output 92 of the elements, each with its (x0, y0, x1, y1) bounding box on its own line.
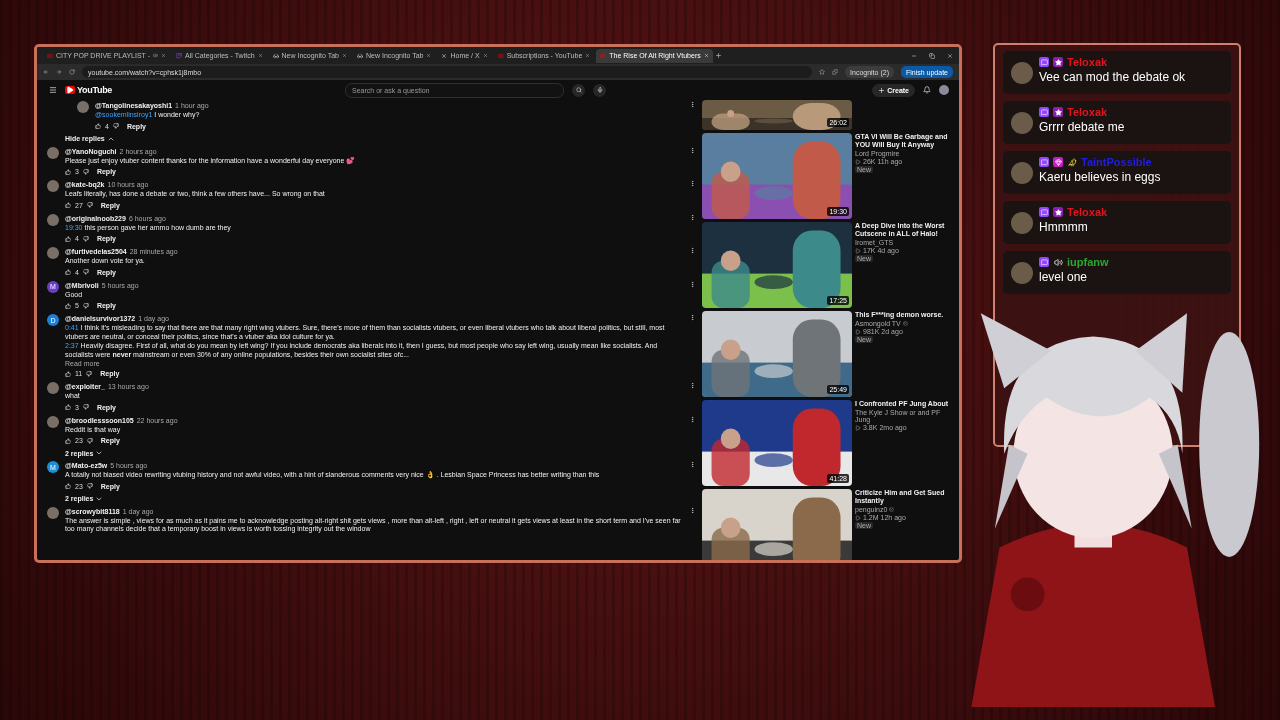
notifications-icon[interactable] (923, 86, 931, 94)
close-icon[interactable] (257, 53, 263, 58)
dislike-icon[interactable] (82, 269, 89, 275)
dislike-icon[interactable] (82, 235, 89, 242)
chatter-avatar (1011, 161, 1033, 184)
like-icon[interactable] (65, 483, 71, 489)
speaker-badge-icon (1053, 257, 1063, 267)
close-icon[interactable] (947, 52, 953, 59)
dislike-icon[interactable] (82, 168, 89, 175)
extensions-icon[interactable] (832, 69, 839, 75)
dislike-icon[interactable] (86, 370, 93, 377)
chat-username: Teloxak (1067, 56, 1108, 68)
chatter-avatar (1011, 111, 1033, 134)
user-avatar[interactable] (47, 213, 59, 226)
views-icon (855, 514, 861, 521)
chat-text: Vee can mod the debate ok (1039, 70, 1186, 84)
plus-icon (878, 86, 886, 94)
like-icon[interactable] (65, 168, 71, 175)
close-icon[interactable] (161, 53, 166, 58)
user-avatar[interactable] (47, 382, 59, 394)
star-badge-icon (1053, 107, 1063, 117)
chat-text: Kaeru believes in eggs (1039, 170, 1161, 184)
back-icon[interactable] (43, 69, 49, 75)
chat-badge-icon (1039, 107, 1049, 117)
youtube-icon (47, 52, 53, 59)
chat-text: Grrrr debate me (1039, 120, 1125, 134)
views-icon (855, 328, 861, 335)
chat-username: TaintPossible (1081, 156, 1152, 168)
like-icon[interactable] (65, 404, 71, 410)
reload-icon[interactable] (69, 69, 75, 75)
user-avatar[interactable] (77, 101, 89, 113)
search-button[interactable] (572, 83, 586, 97)
account-avatar[interactable] (939, 85, 949, 95)
incognito-icon (272, 52, 279, 59)
new-tab-icon[interactable] (714, 52, 722, 59)
like-icon[interactable] (65, 235, 71, 242)
chatter-avatar (1011, 211, 1033, 234)
star-badge-icon (1053, 207, 1063, 217)
user-avatar[interactable] (47, 506, 59, 519)
chat-badge-icon (1039, 257, 1049, 267)
chat-username: iupfanw (1067, 256, 1109, 268)
like-icon[interactable] (65, 269, 71, 275)
menu-icon[interactable] (49, 86, 57, 94)
forward-icon[interactable] (56, 69, 62, 75)
user-avatar[interactable] (47, 146, 59, 159)
like-icon[interactable] (65, 370, 71, 377)
views-icon (855, 424, 861, 431)
incognito-icon (357, 52, 363, 59)
youtube-icon (600, 52, 607, 59)
youtube-logo-icon (65, 86, 75, 94)
close-icon[interactable] (426, 53, 432, 58)
microphone-icon (596, 87, 603, 93)
gem-badge-icon (1053, 157, 1063, 167)
chat-badge-icon (1039, 207, 1049, 217)
dislike-icon[interactable] (86, 202, 93, 208)
chat-text: Hmmmm (1039, 220, 1089, 234)
chat-badge-icon (1039, 157, 1049, 167)
user-avatar[interactable] (47, 247, 59, 259)
close-icon[interactable] (482, 53, 488, 58)
audio-icon[interactable] (153, 53, 158, 58)
bird-badge-icon (1067, 157, 1077, 167)
youtube-logo[interactable]: YouTube (77, 85, 113, 95)
dislike-icon[interactable] (82, 404, 89, 410)
like-icon[interactable] (95, 123, 101, 129)
star-badge-icon (1053, 57, 1063, 67)
x-logo-icon (441, 52, 448, 59)
like-icon[interactable] (65, 302, 71, 309)
views-icon (855, 158, 861, 165)
bookmark-icon[interactable] (819, 69, 826, 75)
dislike-icon[interactable] (112, 123, 119, 129)
chat-username: Teloxak (1067, 106, 1108, 118)
chatter-avatar (1011, 61, 1033, 84)
youtube-icon (497, 52, 504, 59)
dislike-icon[interactable] (86, 483, 93, 489)
dislike-icon[interactable] (86, 437, 93, 444)
twitch-icon (176, 52, 182, 59)
restore-icon[interactable] (929, 52, 935, 59)
dislike-icon[interactable] (82, 302, 89, 309)
chevron-down-icon (95, 449, 104, 457)
chatter-avatar (1011, 261, 1033, 284)
search-icon (575, 87, 582, 93)
user-avatar[interactable] (47, 415, 59, 428)
like-icon[interactable] (65, 437, 71, 444)
views-icon (855, 247, 861, 254)
user-avatar[interactable] (47, 180, 59, 192)
like-icon[interactable] (65, 202, 71, 208)
chat-badge-icon (1039, 57, 1049, 67)
voice-search-button[interactable] (593, 83, 607, 97)
close-icon[interactable] (585, 53, 591, 58)
chat-username: Teloxak (1067, 206, 1108, 218)
close-icon[interactable] (342, 53, 347, 58)
chat-text: level one (1039, 270, 1089, 284)
